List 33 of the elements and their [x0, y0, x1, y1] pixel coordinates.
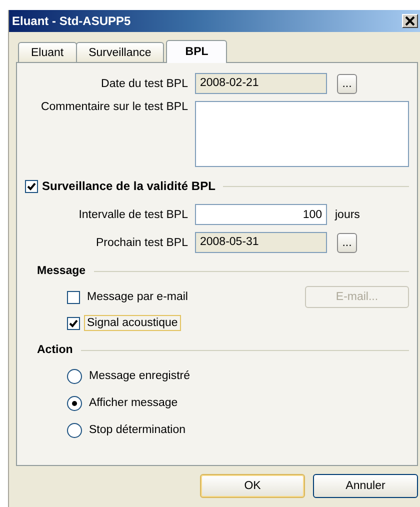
date-picker-button[interactable]: ... [337, 232, 357, 252]
field-label: Date du test BPL [100, 78, 189, 90]
radio-label: Afficher message [88, 396, 179, 411]
date-picker-button[interactable]: ... [337, 74, 357, 94]
ok-button[interactable]: OK [200, 474, 305, 498]
date-field[interactable]: 2008-05-31 [195, 232, 327, 253]
cancel-button[interactable]: Annuler [313, 474, 418, 498]
tab[interactable]: BPL [166, 40, 228, 63]
unit-label: jours [335, 208, 360, 220]
window-title: Eluant - Std-ASUPP5 [12, 14, 131, 28]
comment-field[interactable] [195, 101, 409, 167]
checkbox[interactable] [67, 290, 80, 304]
checkbox[interactable] [67, 316, 80, 330]
date-field[interactable]: 2008-02-21 [195, 73, 327, 94]
radio-button[interactable] [67, 368, 82, 384]
field-label: Commentaire sur le test BPL [40, 101, 189, 113]
radio-label: Message enregistré [88, 369, 191, 384]
section-heading: Surveillance de la validité BPL [42, 179, 216, 193]
tab[interactable]: Surveillance [76, 42, 164, 62]
field-label: Intervalle de test BPL [78, 208, 189, 220]
close-icon [405, 16, 415, 26]
radio-button[interactable] [67, 422, 82, 438]
radio-label: Stop détermination [88, 423, 187, 438]
interval-field[interactable]: 100 [195, 204, 327, 225]
checkbox-label: Message par e-mail [86, 290, 189, 305]
close-button[interactable] [402, 14, 418, 28]
radio-button[interactable] [67, 396, 82, 410]
section-heading: Message [37, 265, 86, 277]
field-label: Prochain test BPL [94, 236, 189, 248]
checkbox[interactable] [25, 180, 38, 192]
tab[interactable]: Eluant [18, 42, 77, 62]
checkbox-label: Signal acoustique [84, 315, 181, 331]
section-heading: Action [37, 344, 73, 356]
